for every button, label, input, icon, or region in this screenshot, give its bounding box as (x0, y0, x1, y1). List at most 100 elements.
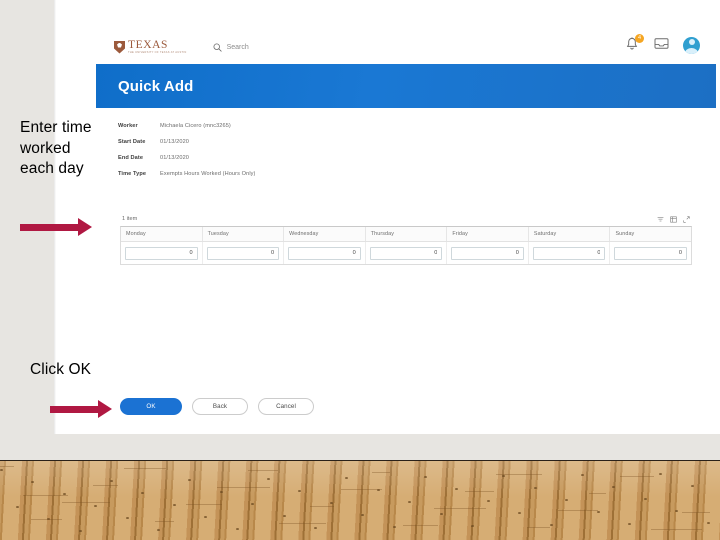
wood-knot (533, 487, 537, 489)
field-value: Exempts Hours Worked (Hours Only) (160, 171, 256, 177)
wood-grain (558, 510, 598, 511)
field-row-start-date: Start Date 01/13/2020 (118, 134, 538, 150)
column-header-thursday: Thursday (366, 227, 448, 241)
filter-icon[interactable] (657, 210, 664, 228)
hours-input-sunday[interactable] (614, 246, 688, 260)
wood-grain (279, 523, 326, 524)
arrow-shaft (50, 406, 98, 413)
cell-thursday (366, 242, 448, 264)
wood-grain (465, 491, 494, 492)
wood-knot (423, 476, 427, 478)
wood-knot (690, 485, 694, 487)
field-label: Worker (118, 123, 138, 129)
wood-grain (155, 521, 174, 522)
wood-knot (596, 511, 600, 513)
wood-grain (124, 468, 166, 469)
expand-icon[interactable] (683, 210, 690, 228)
arrow-head (78, 218, 92, 236)
wood-grain (434, 508, 486, 509)
wood-knot (706, 522, 710, 524)
wood-knot (486, 500, 490, 502)
wood-knot (314, 527, 317, 529)
wood-grain (496, 474, 542, 475)
app-top-navigation: TEXAS THE UNIVERSITY OF TEXAS AT AUSTIN … (96, 30, 716, 64)
wood-grain (93, 485, 118, 486)
grid-view-icon[interactable] (670, 210, 677, 228)
search-bar[interactable]: Search (213, 43, 249, 52)
page-banner: Quick Add (96, 64, 716, 108)
back-button[interactable]: Back (192, 398, 248, 415)
grid-table: Monday Tuesday Wednesday Thursday Friday… (120, 226, 692, 265)
wood-knot (219, 491, 223, 493)
notifications-bell-icon[interactable]: 4 (625, 34, 644, 54)
grid-header-row: Monday Tuesday Wednesday Thursday Friday… (121, 227, 691, 242)
wood-grain (527, 527, 550, 528)
column-header-saturday: Saturday (529, 227, 611, 241)
wood-knot (392, 526, 396, 528)
wood-knot (235, 528, 239, 530)
wood-grain (23, 495, 68, 496)
cell-tuesday (203, 242, 285, 264)
wood-grain (0, 466, 14, 467)
wood-knot (78, 530, 82, 532)
field-value: 01/13/2020 (160, 155, 189, 161)
wood-knot (580, 474, 584, 476)
column-header-tuesday: Tuesday (203, 227, 285, 241)
ut-texas-logo[interactable]: TEXAS THE UNIVERSITY OF TEXAS AT AUSTIN (114, 39, 187, 55)
notification-badge-count: 4 (635, 34, 644, 43)
wood-grain (651, 529, 702, 530)
wood-grain (217, 487, 270, 488)
hours-input-friday[interactable] (451, 246, 524, 260)
wood-knot (266, 478, 270, 480)
field-value: Michaela Cicero (mnc3265) (160, 123, 231, 129)
field-row-end-date: End Date 01/13/2020 (118, 150, 538, 166)
hours-input-thursday[interactable] (369, 246, 443, 260)
wood-knot (628, 523, 631, 525)
cancel-button[interactable]: Cancel (258, 398, 314, 415)
wood-grain (31, 519, 62, 520)
cell-friday (447, 242, 529, 264)
workday-screenshot: TEXAS THE UNIVERSITY OF TEXAS AT AUSTIN … (96, 30, 716, 434)
cell-sunday (610, 242, 691, 264)
hours-input-saturday[interactable] (532, 246, 606, 260)
ok-button[interactable]: OK (120, 398, 182, 415)
cell-monday (121, 242, 203, 264)
slide-canvas: TEXAS THE UNIVERSITY OF TEXAS AT AUSTIN … (0, 0, 720, 540)
wood-grain (186, 504, 222, 505)
annotation-enter-time: Enter time worked each day (20, 119, 92, 177)
wood-grain (589, 493, 606, 494)
wood-grain (682, 512, 710, 513)
wood-knot (157, 529, 160, 531)
wood-knot (549, 524, 553, 526)
wood-knot (329, 502, 333, 504)
hours-input-tuesday[interactable] (206, 246, 280, 260)
wood-knot (643, 498, 647, 500)
form-summary: Worker Michaela Cicero (mnc3265) Start D… (118, 118, 538, 182)
cell-saturday (529, 242, 611, 264)
profile-avatar[interactable] (683, 37, 700, 54)
field-row-time-type: Time Type Exempts Hours Worked (Hours On… (118, 166, 538, 182)
wood-knot (0, 469, 3, 471)
wood-knot (172, 504, 176, 506)
wood-grain (62, 502, 110, 503)
field-label: Start Date (118, 139, 146, 145)
wood-knot (125, 517, 129, 519)
hours-input-wednesday[interactable] (288, 246, 361, 260)
wood-grain (310, 506, 334, 507)
floor-highlight (0, 461, 720, 540)
column-header-friday: Friday (447, 227, 529, 241)
search-placeholder: Search (226, 43, 249, 51)
field-label: End Date (118, 155, 144, 161)
wood-knot (282, 515, 286, 517)
grid-toolbar-icons (657, 210, 690, 228)
hours-input-monday[interactable] (125, 246, 198, 260)
wood-grain (620, 476, 654, 477)
column-header-wednesday: Wednesday (284, 227, 366, 241)
wood-knot (109, 480, 113, 482)
grid-toolbar: 1 item (120, 212, 692, 226)
field-value: 01/13/2020 (160, 139, 189, 145)
inbox-tray-icon[interactable] (654, 37, 670, 54)
cell-wednesday (284, 242, 366, 264)
time-entry-grid: 1 item Monday Tuesday Wednesday Thursday… (120, 212, 692, 265)
wood-knot (471, 525, 474, 527)
